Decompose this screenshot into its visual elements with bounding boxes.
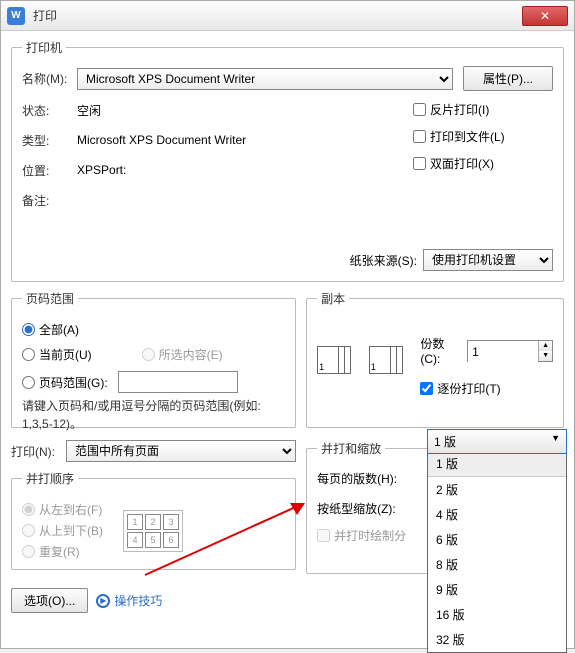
range-all-label: 全部(A) [39, 321, 79, 338]
paper-source-select[interactable]: 使用打印机设置 [423, 249, 553, 271]
order-lr-radio [22, 503, 35, 516]
copies-spinner[interactable]: ▲▼ [467, 340, 553, 362]
print-order-group: 并打顺序 从左到右(F) 从上到下(B) 重复(R) 123456 [11, 470, 296, 570]
type-value: Microsoft XPS Document Writer [77, 133, 246, 147]
reverse-print-label: 反片打印(I) [430, 101, 489, 118]
range-pages-label: 页码范围(G): [39, 374, 108, 391]
spin-down[interactable]: ▼ [539, 351, 552, 361]
range-current-radio[interactable] [22, 348, 35, 361]
duplex-checkbox[interactable] [413, 157, 426, 170]
order-tb-label: 从上到下(B) [39, 522, 103, 539]
zoom-legend: 并打和缩放 [317, 440, 385, 457]
dropdown-option[interactable]: 6 版 [428, 527, 566, 552]
pages-per-sheet-combobox[interactable]: 1 版 [427, 429, 567, 454]
scale-to-paper-label: 按纸型缩放(Z): [317, 500, 412, 517]
play-icon: ▶ [96, 594, 110, 608]
status-value: 空闲 [77, 102, 101, 119]
dropdown-option[interactable]: 2 版 [428, 477, 566, 502]
range-all-radio[interactable] [22, 323, 35, 336]
print-to-file-checkbox[interactable] [413, 130, 426, 143]
draw-border-checkbox [317, 529, 330, 542]
copies-input[interactable] [468, 341, 538, 363]
spin-up[interactable]: ▲ [539, 341, 552, 351]
tips-link[interactable]: ▶ 操作技巧 [96, 592, 162, 609]
name-label: 名称(M): [22, 70, 77, 87]
range-selection-label: 所选内容(E) [159, 346, 223, 363]
dropdown-option[interactable]: 16 版 [428, 602, 566, 627]
page-range-legend: 页码范围 [22, 290, 78, 307]
tips-label: 操作技巧 [114, 592, 162, 609]
range-selection-radio [142, 348, 155, 361]
options-button[interactable]: 选项(O)... [11, 588, 88, 613]
order-lr-label: 从左到右(F) [39, 501, 102, 518]
paper-source-label: 纸张来源(S): [350, 252, 417, 269]
range-pages-radio[interactable] [22, 376, 35, 389]
copies-group: 副本 321 321 份数(C): [306, 290, 564, 428]
range-hint: 请键入页码和/或用逗号分隔的页码范围(例如: 1,3,5-12)。 [22, 397, 285, 433]
printer-legend: 打印机 [22, 39, 66, 56]
order-tb-radio [22, 524, 35, 537]
draw-border-label: 并打时绘制分 [334, 527, 406, 544]
print-what-select[interactable]: 范围中所有页面 [66, 440, 296, 462]
pages-per-sheet-dropdown-list[interactable]: 1 版 2 版 4 版 6 版 8 版 9 版 16 版 32 版 [427, 449, 567, 653]
dropdown-option[interactable]: 8 版 [428, 552, 566, 577]
collate-preview-icon-2: 321 [369, 346, 409, 386]
order-preview-icon: 123456 [123, 510, 183, 552]
print-to-file-label: 打印到文件(L) [430, 128, 505, 145]
dropdown-option[interactable]: 32 版 [428, 627, 566, 652]
reverse-print-checkbox[interactable] [413, 103, 426, 116]
printer-group: 打印机 名称(M): Microsoft XPS Document Writer… [11, 39, 564, 282]
print-order-legend: 并打顺序 [22, 470, 78, 487]
page-range-group: 页码范围 全部(A) 当前页(U) 所选内容(E) 页码范围(G): 请键入页码… [11, 290, 296, 428]
dropdown-option[interactable]: 9 版 [428, 577, 566, 602]
status-label: 状态: [22, 102, 77, 119]
dropdown-option[interactable]: 4 版 [428, 502, 566, 527]
window-title: 打印 [33, 7, 522, 24]
location-label: 位置: [22, 162, 77, 179]
copies-legend: 副本 [317, 290, 349, 307]
collate-preview-icon: 321 [317, 346, 357, 386]
type-label: 类型: [22, 132, 77, 149]
comment-label: 备注: [22, 192, 77, 209]
collate-label: 逐份打印(T) [437, 380, 500, 397]
duplex-label: 双面打印(X) [430, 155, 494, 172]
printer-name-select[interactable]: Microsoft XPS Document Writer [77, 68, 453, 90]
location-value: XPSPort: [77, 163, 126, 177]
range-current-label: 当前页(U) [39, 346, 92, 363]
dropdown-option[interactable]: 1 版 [428, 450, 566, 477]
close-button[interactable]: ✕ [522, 6, 568, 26]
properties-button[interactable]: 属性(P)... [463, 66, 553, 91]
app-icon: W [7, 7, 25, 25]
order-repeat-radio [22, 545, 35, 558]
print-what-label: 打印(N): [11, 443, 66, 460]
order-repeat-label: 重复(R) [39, 543, 80, 560]
titlebar: W 打印 ✕ [1, 1, 574, 31]
collate-checkbox[interactable] [420, 382, 433, 395]
pages-per-sheet-label: 每页的版数(H): [317, 470, 412, 487]
copies-label: 份数(C): [420, 335, 463, 366]
range-pages-input[interactable] [118, 371, 238, 393]
